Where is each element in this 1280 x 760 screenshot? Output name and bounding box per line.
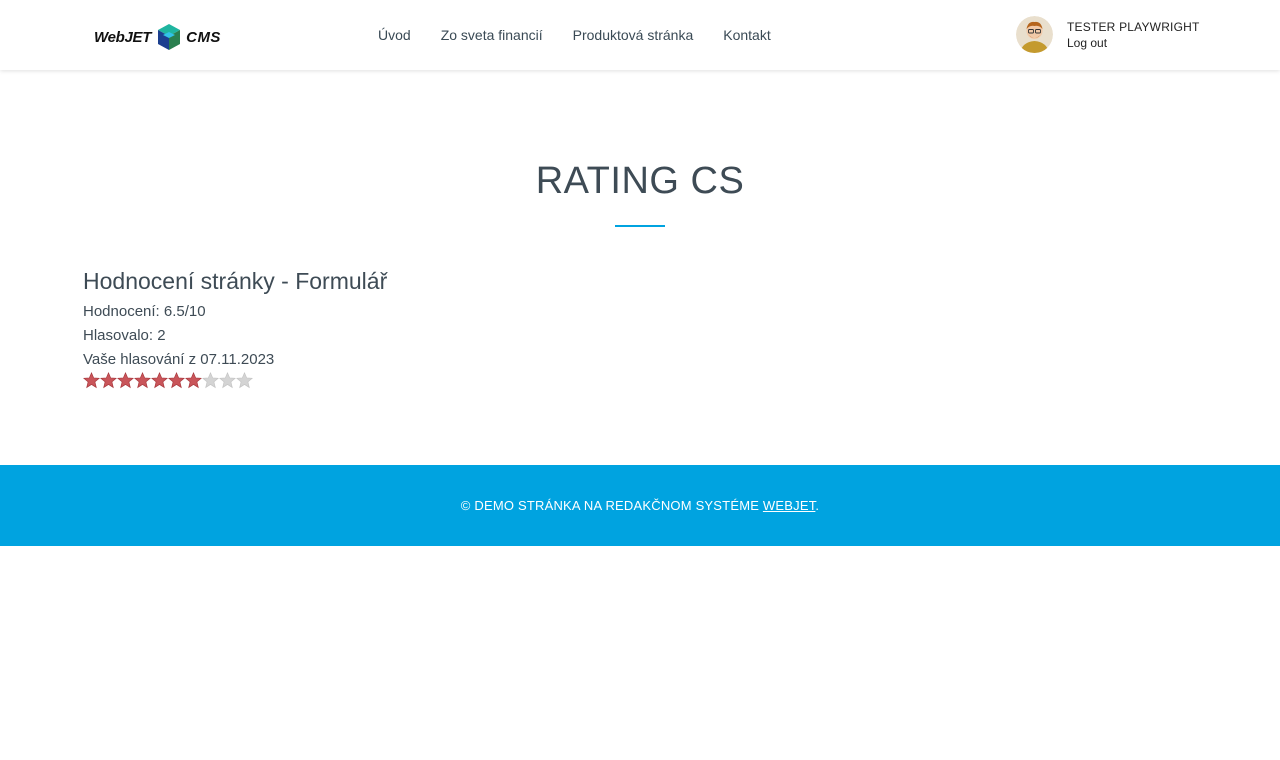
avatar [1016,16,1053,53]
logo-text-webjet: WebJET [94,28,152,46]
site-header: WebJET CMS Úvod Zo sveta financií Produk… [0,0,1280,70]
user-info: TESTER PLAYWRIGHT Log out [1067,20,1200,50]
nav-item-produktova-stranka[interactable]: Produktová stránka [573,27,694,43]
nav-item-uvod[interactable]: Úvod [378,27,411,43]
star-filled-icon[interactable] [83,372,100,389]
star-filled-icon[interactable] [134,372,151,389]
star-rating [83,372,387,389]
webjet-cms-logo[interactable]: WebJET CMS [94,20,221,54]
title-underline [615,225,665,227]
star-empty-icon[interactable] [202,372,219,389]
site-footer: © DEMO STRÁNKA NA REDAKČNOM SYSTÉME WEBJ… [0,465,1280,546]
logo-text-cms: CMS [186,28,221,46]
user-name: TESTER PLAYWRIGHT [1067,19,1200,34]
user-avatar-icon [1016,16,1053,53]
rating-votes: Hlasovalo: 2 [83,327,166,344]
star-filled-icon[interactable] [185,372,202,389]
star-filled-icon[interactable] [168,372,185,389]
star-empty-icon[interactable] [219,372,236,389]
star-empty-icon[interactable] [236,372,253,389]
star-filled-icon[interactable] [100,372,117,389]
star-filled-icon[interactable] [151,372,168,389]
star-filled-icon[interactable] [117,372,134,389]
footer-text: © DEMO STRÁNKA NA REDAKČNOM SYSTÉME [460,498,763,513]
nav-item-zo-sveta-financii[interactable]: Zo sveta financií [441,27,543,43]
logout-link[interactable]: Log out [1067,36,1200,50]
footer-copyright: © DEMO STRÁNKA NA REDAKČNOM SYSTÉME WEBJ… [461,498,819,513]
nav-item-kontakt[interactable]: Kontakt [723,27,770,43]
footer-webjet-link[interactable]: WEBJET [763,498,815,513]
your-vote-date: Vaše hlasování z 07.11.2023 [83,351,275,368]
cube-logo-icon [158,24,181,50]
rating-form: Hodnocení stránky - Formulář Hodnocení: … [83,268,387,389]
rating-score: Hodnocení: 6.5/10 [83,303,206,320]
main-navigation: Úvod Zo sveta financií Produktová stránk… [378,0,801,70]
rating-heading: Hodnocení stránky - Formulář [83,268,388,294]
page-title: RATING CS [535,160,745,202]
footer-suffix: . [815,498,820,513]
user-menu: TESTER PLAYWRIGHT Log out [1016,16,1200,53]
